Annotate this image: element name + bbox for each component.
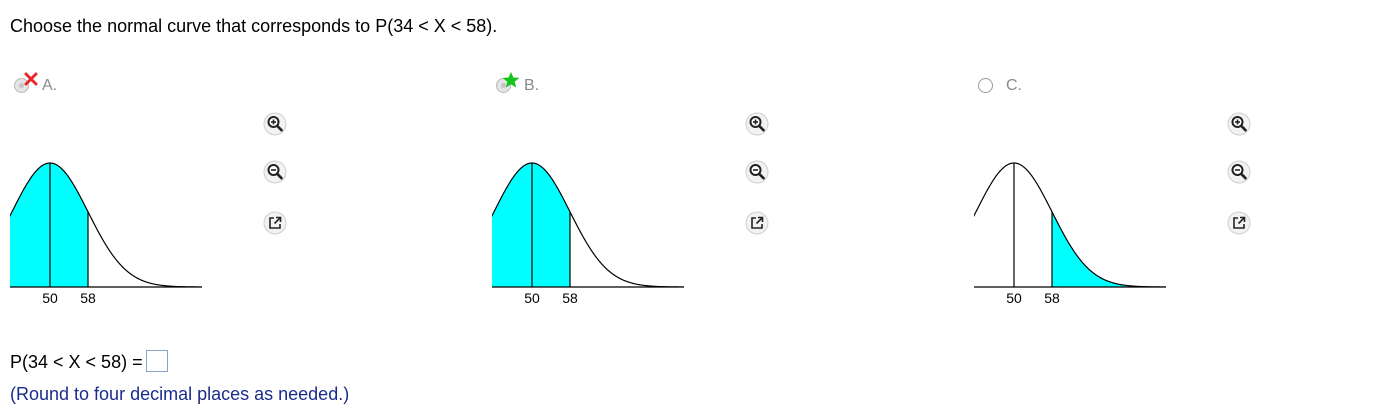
question-text: Choose the normal curve that corresponds… [10,16,498,36]
zoom-in-icon[interactable] [1227,112,1251,136]
zoom-out-icon[interactable] [1227,160,1251,184]
zoom-in-icon[interactable] [263,112,287,136]
tick-label-50: 50 [1006,290,1022,306]
option-c[interactable]: C. 34 50 58 [974,70,1274,330]
option-a-graph: 34 50 58 [10,162,203,306]
option-c-label: C. [1006,77,1022,94]
tick-label-58: 58 [80,290,96,306]
option-c-graph: 34 50 58 [974,162,1167,306]
green-star-icon [502,71,520,88]
option-b-label: B. [524,77,540,94]
option-a[interactable]: A. 34 50 58 [10,70,310,330]
answer-input[interactable] [145,350,168,372]
popout-icon[interactable] [745,211,769,235]
popout-icon[interactable] [1227,211,1251,235]
option-b-graph: 34 50 58 [492,162,685,306]
popout-icon[interactable] [263,211,287,235]
zoom-out-icon[interactable] [745,160,769,184]
tick-label-50: 50 [524,290,540,306]
answer-prefix: P(34 < X < 58) = [10,352,143,372]
tick-label-58: 58 [1044,290,1060,306]
answer-row: P(34 < X < 58) = [10,350,168,373]
option-b[interactable]: B. 34 50 58 [492,70,792,330]
option-c-radio[interactable] [978,78,993,93]
rounding-note: (Round to four decimal places as needed.… [10,384,350,404]
option-a-label: A. [42,77,58,94]
zoom-out-icon[interactable] [263,160,287,184]
red-x-icon [24,72,38,86]
zoom-in-icon[interactable] [745,112,769,136]
tick-label-50: 50 [42,290,58,306]
tick-label-58: 58 [562,290,578,306]
